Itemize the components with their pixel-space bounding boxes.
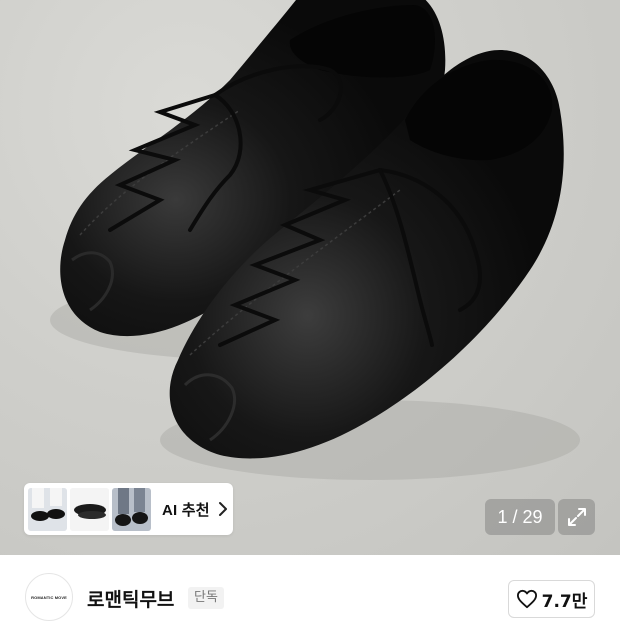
ai-thumbnail-1[interactable] — [28, 487, 67, 531]
ai-thumbnail-2[interactable] — [70, 487, 109, 531]
brand-logo[interactable]: ROMANTIC MOVE — [25, 573, 73, 621]
product-image[interactable] — [0, 0, 620, 555]
expand-icon — [567, 508, 586, 526]
like-button[interactable]: 7.7만 — [508, 580, 595, 618]
ai-recommend-label: AI 추천 — [162, 501, 210, 519]
image-counter: 1 / 29 — [485, 499, 555, 535]
like-count: 7.7만 — [541, 591, 588, 612]
ai-recommend-button[interactable]: AI 추천 — [24, 483, 233, 535]
expand-image-button[interactable] — [558, 499, 595, 535]
chevron-right-icon — [218, 502, 227, 516]
brand-row: ROMANTIC MOVE 로맨틱무브 단독 7.7만 — [0, 555, 620, 621]
ai-thumbnail-3[interactable] — [112, 487, 151, 531]
product-photo-shoes — [50, 0, 580, 480]
heart-icon — [516, 589, 537, 609]
exclusive-badge: 단독 — [188, 587, 224, 609]
brand-name[interactable]: 로맨틱무브 — [87, 585, 174, 612]
brand-logo-text: ROMANTIC MOVE — [31, 594, 67, 600]
